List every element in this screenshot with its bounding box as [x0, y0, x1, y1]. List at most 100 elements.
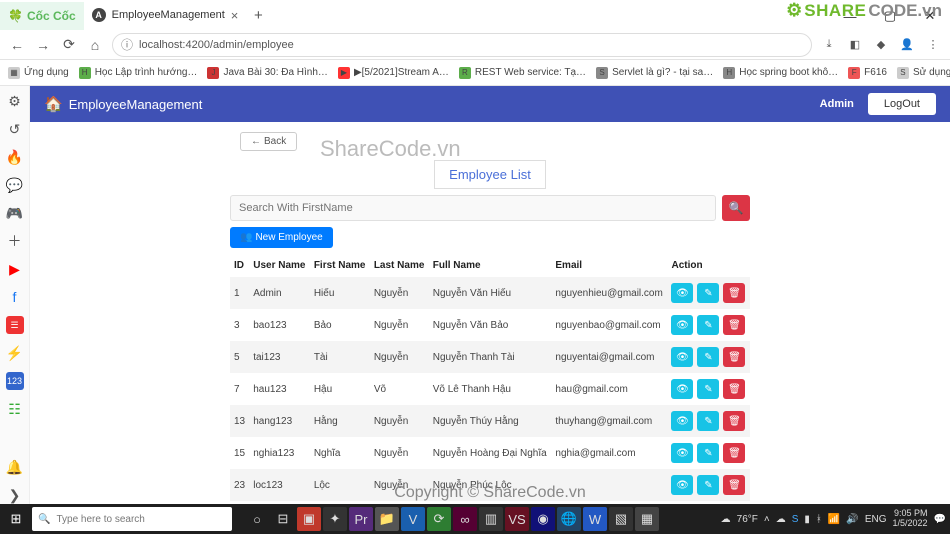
tray-skype-icon[interactable]: S	[792, 514, 799, 525]
delete-button[interactable]: 🗑	[723, 443, 745, 463]
tray-weather-icon[interactable]: ☁	[721, 514, 731, 525]
bookmark-item[interactable]: JJava Bài 30: Đa Hình…	[207, 67, 328, 79]
task-app-icon[interactable]: ∞	[453, 507, 477, 531]
rail-app1-icon[interactable]: ☰	[6, 316, 24, 334]
site-info-icon[interactable]: ⓘ	[121, 36, 133, 53]
search-button[interactable]: 🔍	[722, 195, 750, 221]
view-button[interactable]: 👁	[671, 315, 693, 335]
browser-tab[interactable]: A EmployeeManagement ×	[84, 0, 247, 30]
edit-button[interactable]: ✎	[697, 315, 719, 335]
nav-reload-icon[interactable]: ⟳	[60, 36, 78, 53]
task-app-icon[interactable]: ▧	[609, 507, 633, 531]
task-app-icon[interactable]: ▣	[297, 507, 321, 531]
tray-chevron-icon[interactable]: ˄	[764, 514, 770, 525]
task-app-icon[interactable]: ▥	[479, 507, 503, 531]
rail-games-icon[interactable]: 🎮	[6, 204, 24, 222]
nav-forward-icon[interactable]: →	[34, 37, 52, 53]
tray-onedrive-icon[interactable]: ☁	[776, 514, 786, 525]
bookmark-item[interactable]: RREST Web service: Tạ…	[459, 67, 586, 79]
view-button[interactable]: 👁	[671, 283, 693, 303]
tab-close-icon[interactable]: ×	[231, 8, 239, 23]
start-button[interactable]: ⊞	[0, 511, 32, 527]
bookmark-item[interactable]: SServlet là gì? - tại sa…	[596, 67, 713, 79]
bookmark-item[interactable]: HHọc Lập trình hướng…	[79, 67, 198, 79]
tray-battery-icon[interactable]: ▮	[804, 514, 810, 525]
task-app-icon[interactable]: ▦	[635, 507, 659, 531]
cell-username: Admin	[249, 277, 310, 309]
taskbar-search[interactable]: 🔍 Type here to search	[32, 507, 232, 531]
rail-history-icon[interactable]: ↺	[6, 120, 24, 138]
rail-settings-icon[interactable]: ⚙	[6, 92, 24, 110]
rail-fire-icon[interactable]: 🔥	[6, 148, 24, 166]
cell-firstname: Bảo	[310, 309, 370, 341]
delete-button[interactable]: 🗑	[723, 379, 745, 399]
download-icon[interactable]: ⤓	[820, 38, 838, 51]
extension-icon[interactable]: ◧	[846, 38, 864, 51]
tray-volume-icon[interactable]: 🔊	[846, 514, 858, 525]
task-app-icon[interactable]: 🌐	[557, 507, 581, 531]
menu-icon[interactable]: ⋮	[924, 38, 942, 51]
tray-wifi-icon[interactable]: 📶	[828, 514, 840, 525]
delete-button[interactable]: 🗑	[723, 315, 745, 335]
back-button[interactable]: ← Back	[240, 132, 297, 151]
cell-fullname: Nguyễn Phúc Lộc	[429, 469, 552, 501]
task-cortana-icon[interactable]: ○	[245, 507, 269, 531]
task-view-icon[interactable]: ⊟	[271, 507, 295, 531]
nav-back-icon[interactable]: ←	[8, 37, 26, 53]
extension2-icon[interactable]: ◆	[872, 38, 890, 51]
search-input[interactable]	[230, 195, 716, 221]
view-button[interactable]: 👁	[671, 475, 693, 495]
url-input[interactable]	[139, 39, 803, 51]
rail-bell-icon[interactable]: 🔔	[6, 458, 24, 476]
task-app-icon[interactable]: 📁	[375, 507, 399, 531]
rail-app3-icon[interactable]: 123	[6, 372, 24, 390]
rail-messenger-icon[interactable]: 💬	[6, 176, 24, 194]
nav-home-icon[interactable]: ⌂	[86, 37, 104, 53]
logout-button[interactable]: LogOut	[868, 93, 936, 115]
rail-chevron-icon[interactable]: ❯	[6, 486, 24, 504]
edit-button[interactable]: ✎	[697, 347, 719, 367]
view-button[interactable]: 👁	[671, 443, 693, 463]
edit-button[interactable]: ✎	[697, 411, 719, 431]
home-icon[interactable]: 🏠	[44, 95, 63, 113]
tray-bluetooth-icon[interactable]: ᚼ	[816, 514, 822, 525]
bookmark-item[interactable]: FF616	[848, 67, 887, 79]
rail-youtube-icon[interactable]: ▶	[6, 260, 24, 278]
view-button[interactable]: 👁	[671, 347, 693, 367]
tray-temp[interactable]: 76°F	[737, 514, 758, 525]
tray-notifications-icon[interactable]: 💬	[934, 514, 946, 525]
rail-facebook-icon[interactable]: f	[6, 288, 24, 306]
task-app-icon[interactable]: Pr	[349, 507, 373, 531]
delete-button[interactable]: 🗑	[723, 283, 745, 303]
delete-button[interactable]: 🗑	[723, 411, 745, 431]
task-app-icon[interactable]: W	[583, 507, 607, 531]
tray-clock[interactable]: 9:05 PM 1/5/2022	[893, 509, 928, 529]
delete-button[interactable]: 🗑	[723, 475, 745, 495]
browser-brand: 🍀 Cốc Cốc	[0, 2, 84, 30]
rail-app4-icon[interactable]: ☷	[6, 400, 24, 418]
task-app-icon[interactable]: V	[401, 507, 425, 531]
bookmark-item[interactable]: ▶▶[5/2021]Stream A…	[338, 67, 449, 79]
rail-add-icon[interactable]: ＋	[6, 232, 24, 250]
edit-button[interactable]: ✎	[697, 379, 719, 399]
rail-app2-icon[interactable]: ⚡	[6, 344, 24, 362]
delete-button[interactable]: 🗑	[723, 347, 745, 367]
edit-button[interactable]: ✎	[697, 475, 719, 495]
view-button[interactable]: 👁	[671, 411, 693, 431]
task-app-icon[interactable]: ◉	[531, 507, 555, 531]
edit-button[interactable]: ✎	[697, 443, 719, 463]
new-employee-button[interactable]: 👥 New Employee	[230, 227, 333, 248]
profile-icon[interactable]: 👤	[898, 38, 916, 51]
bookmark-item[interactable]: HHọc spring boot khô…	[723, 67, 838, 79]
gear-icon: ⚙	[786, 0, 802, 21]
view-button[interactable]: 👁	[671, 379, 693, 399]
task-app-icon[interactable]: ⟳	[427, 507, 451, 531]
task-app-icon[interactable]: ✦	[323, 507, 347, 531]
bookmark-item[interactable]: SSử dụng Directive tr…	[897, 67, 950, 79]
task-app-icon[interactable]: VS	[505, 507, 529, 531]
edit-button[interactable]: ✎	[697, 283, 719, 303]
apps-button[interactable]: ▦Ứng dụng	[8, 67, 69, 79]
url-box[interactable]: ⓘ	[112, 33, 812, 57]
tray-lang[interactable]: ENG	[865, 514, 887, 525]
new-tab-button[interactable]: +	[246, 7, 270, 24]
